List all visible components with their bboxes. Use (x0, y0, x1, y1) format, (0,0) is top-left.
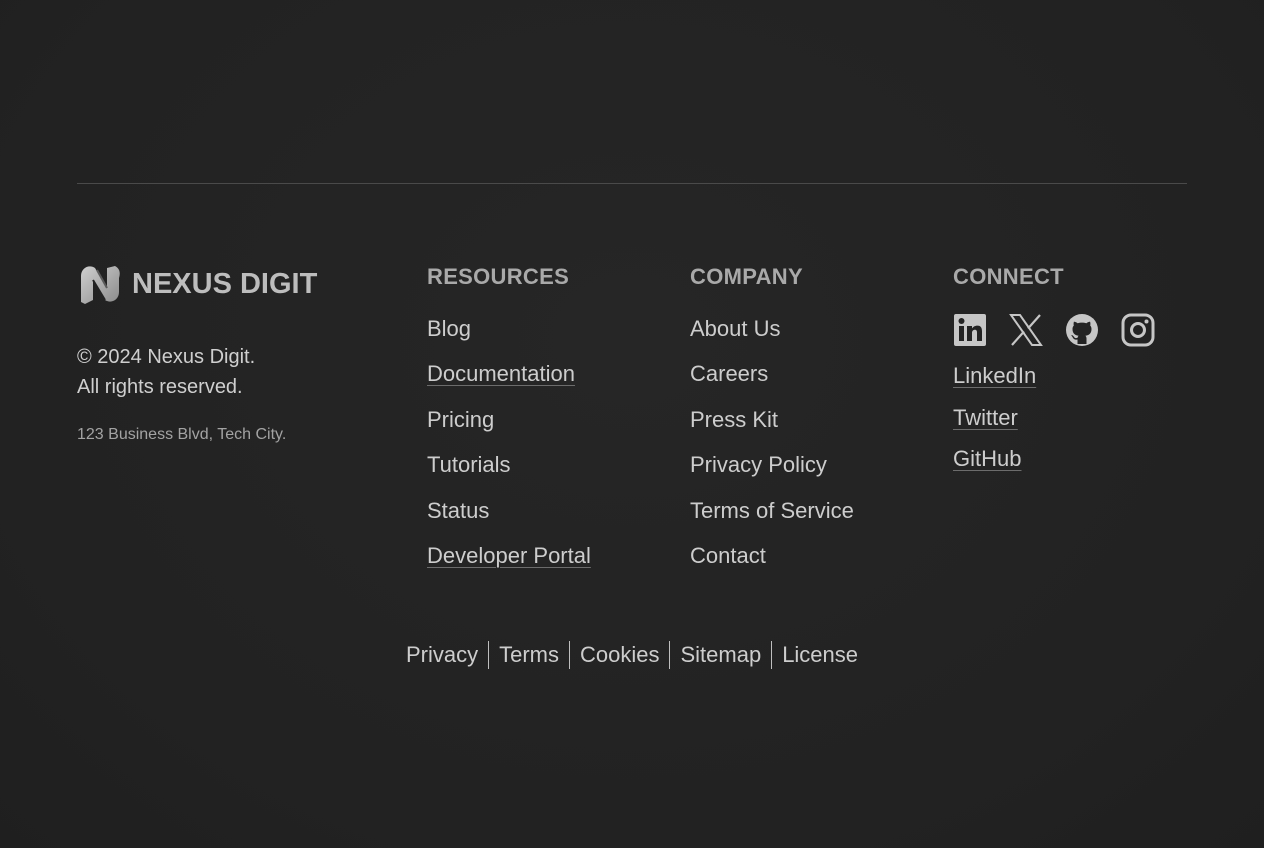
legal-link-sitemap[interactable]: Sitemap (680, 642, 761, 668)
link-label: Tutorials (427, 452, 511, 478)
footer-link-press-kit[interactable]: Press Kit (690, 405, 854, 450)
copyright-line-1: © 2024 Nexus Digit. (77, 346, 256, 368)
separator (488, 641, 490, 669)
brand-name: NEXUS DIGIT (132, 267, 318, 300)
link-label: LinkedIn (953, 363, 1037, 388)
resources-column: RESOURCES Blog Documentation Pricing Tut… (427, 262, 591, 586)
link-label: Twitter (953, 404, 1018, 430)
company-heading: COMPANY (690, 264, 803, 289)
link-label: Documentation (427, 361, 575, 387)
connect-heading: CONNECT (953, 264, 1064, 289)
footer-link-contact[interactable]: Contact (690, 541, 854, 586)
footer-page: NEXUS DIGIT © 2024 Nexus Digit. All righ… (0, 0, 1264, 848)
nexus-logo-icon (81, 266, 120, 304)
link-label: Contact (690, 542, 766, 568)
separator (568, 641, 570, 669)
company-column: COMPANY About Us Careers Press Kit Priva… (690, 262, 854, 586)
footer-link-github[interactable]: GitHub (953, 444, 1177, 486)
footer-link-blog[interactable]: Blog (427, 314, 591, 359)
legal-link-license[interactable]: License (782, 642, 858, 668)
link-label: Blog (427, 316, 472, 341)
footer-link-pricing[interactable]: Pricing (427, 405, 591, 450)
link-label: Press Kit (690, 406, 779, 432)
social-icons (953, 312, 1177, 348)
link-label: Developer Portal (427, 542, 591, 568)
footer-link-twitter[interactable]: Twitter (953, 403, 1177, 445)
link-label: GitHub (953, 446, 1022, 471)
link-label: Status (427, 497, 490, 523)
link-label: About Us (690, 316, 781, 341)
resources-link-list: Blog Documentation Pricing Tutorials Sta… (427, 314, 591, 586)
github-icon[interactable] (1065, 313, 1099, 347)
link-label: Careers (690, 361, 769, 387)
legal-link-cookies[interactable]: Cookies (580, 642, 659, 668)
company-address: 123 Business Blvd, Tech City. (77, 426, 287, 443)
brand-logo-link[interactable]: NEXUS DIGIT (77, 262, 377, 306)
separator (669, 641, 671, 669)
resources-heading: RESOURCES (427, 264, 570, 289)
footer-link-careers[interactable]: Careers (690, 359, 854, 404)
separator (771, 641, 773, 669)
footer-link-tutorials[interactable]: Tutorials (427, 450, 591, 495)
copyright-line-2: All rights reserved. (77, 376, 243, 398)
link-label: Privacy Policy (690, 452, 827, 478)
brand-column: NEXUS DIGIT © 2024 Nexus Digit. All righ… (77, 262, 377, 444)
footer-link-status[interactable]: Status (427, 496, 591, 541)
connect-column: CONNECT LinkedIn Twitter GitHub (953, 262, 1177, 486)
link-label: Pricing (427, 406, 495, 432)
footer-link-about-us[interactable]: About Us (690, 314, 854, 359)
footer-link-developer-portal[interactable]: Developer Portal (427, 541, 591, 586)
footer-link-terms-of-service[interactable]: Terms of Service (690, 496, 854, 541)
linkedin-icon[interactable] (953, 313, 987, 347)
footer-link-privacy-policy[interactable]: Privacy Policy (690, 450, 854, 495)
x-twitter-icon[interactable] (1009, 313, 1043, 347)
instagram-icon[interactable] (1121, 313, 1155, 347)
footer-link-documentation[interactable]: Documentation (427, 359, 591, 404)
connect-link-list: LinkedIn Twitter GitHub (953, 361, 1177, 486)
legal-links-bar: Privacy Terms Cookies Sitemap License (0, 639, 1264, 671)
link-label: Terms of Service (690, 497, 854, 523)
legal-link-terms[interactable]: Terms (499, 642, 559, 668)
copyright-text: © 2024 Nexus Digit. All rights reserved. (77, 342, 377, 402)
footer-link-linkedin[interactable]: LinkedIn (953, 361, 1177, 403)
company-link-list: About Us Careers Press Kit Privacy Polic… (690, 314, 854, 586)
footer-divider (77, 183, 1187, 184)
legal-link-privacy[interactable]: Privacy (406, 642, 478, 668)
